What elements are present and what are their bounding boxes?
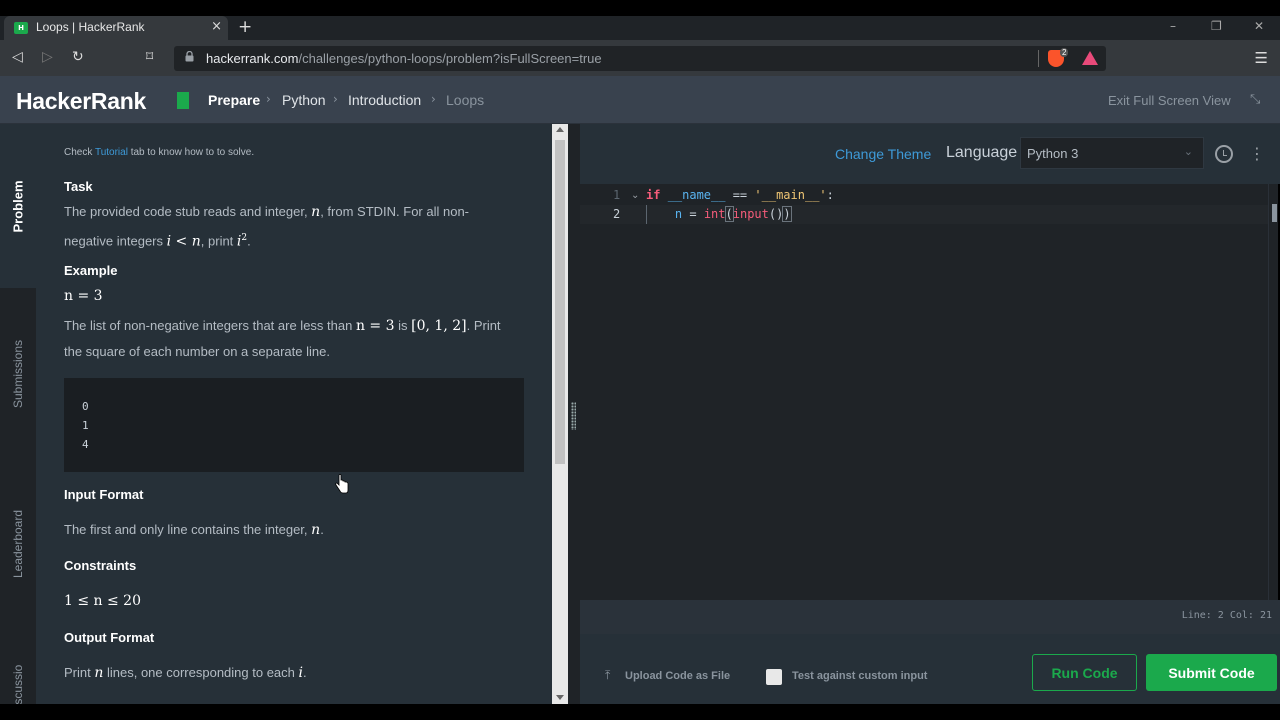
example-heading: Example	[64, 263, 118, 278]
problem-side-nav: Problem Submissions Leaderboard Discussi…	[0, 124, 36, 704]
fold-chevron-icon[interactable]: ⌄	[631, 190, 639, 201]
output-line: 4	[82, 438, 89, 451]
browser-menu-icon[interactable]: ☰	[1255, 49, 1268, 67]
window-close-icon[interactable]: ✕	[1254, 19, 1264, 33]
brave-shield-count: 2	[1060, 48, 1069, 57]
output-line: 0	[82, 400, 89, 413]
cursor-position: Line: 2 Col: 21	[1181, 610, 1272, 621]
tab-close-icon[interactable]: ×	[211, 19, 222, 34]
bottom-black-bar	[0, 704, 1280, 720]
example-text: The list of non-negative integers that a…	[64, 318, 501, 359]
submit-code-button[interactable]: Submit Code	[1146, 654, 1277, 691]
editor-scrollbar[interactable]	[1268, 184, 1278, 600]
chevron-right-icon: ›	[333, 92, 338, 106]
chevron-down-icon: ⌄	[1183, 145, 1193, 158]
minimize-icon[interactable]: –	[1170, 19, 1176, 33]
input-format-text: The first and only line contains the int…	[64, 522, 324, 538]
lock-icon	[185, 51, 194, 62]
line-number: 2	[613, 207, 621, 221]
tab-submissions[interactable]: Submissions	[0, 324, 36, 424]
site-header: HackerRank Prepare › Python › Introducti…	[0, 76, 1280, 124]
problem-statement: Check Tutorial tab to know how to to sol…	[36, 124, 552, 704]
upload-icon[interactable]: ⤒	[605, 668, 610, 683]
top-black-bar	[0, 0, 1280, 16]
change-theme-link[interactable]: Change Theme	[835, 146, 931, 162]
breadcrumb-prepare[interactable]: Prepare	[208, 92, 260, 108]
screen: H Loops | HackerRank × + – ❐ ✕ ◁ ▷ ↻ ⌑ h…	[0, 0, 1280, 720]
scroll-down-icon[interactable]	[556, 695, 564, 700]
hackerrank-favicon-icon: H	[14, 22, 28, 34]
language-value: Python 3	[1027, 146, 1079, 161]
chevron-right-icon: ›	[266, 92, 271, 106]
exit-full-screen-link[interactable]: Exit Full Screen View	[1108, 93, 1231, 108]
output-line: 1	[82, 419, 89, 432]
bookmark-icon[interactable]: ⌑	[146, 49, 153, 65]
logo-green-block	[177, 92, 189, 109]
more-options-icon[interactable]: ⋮	[1249, 144, 1265, 163]
browser-tab-strip: H Loops | HackerRank × + – ❐ ✕	[0, 16, 1280, 40]
back-icon[interactable]: ◁	[12, 49, 23, 65]
language-select[interactable]: Python 3 ⌄	[1020, 137, 1204, 169]
reset-code-icon[interactable]	[1215, 145, 1233, 163]
tab-title: Loops | HackerRank	[36, 20, 145, 34]
chevron-right-icon: ›	[431, 92, 436, 106]
code-editor[interactable]	[580, 184, 1276, 600]
upload-code-link[interactable]: Upload Code as File	[625, 670, 730, 682]
example-output-block: 0 1 4	[64, 378, 524, 472]
breadcrumb-introduction[interactable]: Introduction	[348, 92, 421, 108]
tutorial-link[interactable]: Tutorial	[95, 147, 128, 158]
hackerrank-logo[interactable]: HackerRank	[16, 88, 146, 115]
tutorial-hint: Check Tutorial tab to know how to to sol…	[64, 147, 255, 158]
tab-discussions[interactable]: Discussions	[0, 664, 36, 704]
tab-leaderboard[interactable]: Leaderboard	[0, 494, 36, 594]
editor-scrollbar-thumb[interactable]	[1272, 204, 1277, 222]
run-code-button[interactable]: Run Code	[1032, 654, 1137, 691]
constraints-text: 1 ≤ n ≤ 20	[64, 593, 141, 609]
restore-icon[interactable]: ❐	[1211, 19, 1222, 33]
example-equation: n = 3	[64, 288, 103, 304]
code-line-1: if __name__ == '__main__':	[646, 188, 834, 202]
drag-handle-icon[interactable]	[571, 402, 576, 430]
scroll-up-icon[interactable]	[556, 127, 564, 132]
new-tab-icon[interactable]: +	[238, 17, 252, 37]
code-line-2: n = int(input())	[674, 206, 792, 222]
task-heading: Task	[64, 179, 93, 194]
hand-cursor-icon	[335, 474, 349, 494]
url-field[interactable]: hackerrank.com/challenges/python-loops/p…	[174, 46, 1106, 71]
brave-rewards-icon[interactable]	[1082, 51, 1098, 65]
constraints-heading: Constraints	[64, 558, 137, 573]
output-format-heading: Output Format	[64, 630, 155, 645]
language-label: Language	[946, 144, 1018, 161]
custom-input-checkbox[interactable]	[766, 669, 782, 685]
output-format-text: Print n lines, one corresponding to each…	[64, 665, 307, 681]
breadcrumb-python[interactable]: Python	[282, 92, 326, 108]
url-separator	[1038, 50, 1039, 67]
tab-problem[interactable]: Problem	[0, 124, 36, 288]
reload-icon[interactable]: ↻	[72, 49, 84, 65]
breadcrumb-loops: Loops	[446, 92, 485, 108]
problem-scrollbar-thumb[interactable]	[555, 140, 565, 464]
collapse-icon[interactable]: ⤡	[1250, 92, 1260, 107]
browser-tab[interactable]: H Loops | HackerRank ×	[4, 16, 228, 40]
line-number: 1	[613, 188, 621, 202]
url-text: hackerrank.com/challenges/python-loops/p…	[206, 51, 602, 66]
task-text: The provided code stub reads and integer…	[64, 204, 470, 250]
editor-status-bar: Line: 2 Col: 21	[580, 600, 1280, 634]
input-format-heading: Input Format	[64, 487, 144, 502]
address-bar: ◁ ▷ ↻ ⌑ hackerrank.com/challenges/python…	[0, 40, 1280, 76]
custom-input-label[interactable]: Test against custom input	[792, 670, 927, 682]
forward-icon[interactable]: ▷	[42, 49, 53, 65]
